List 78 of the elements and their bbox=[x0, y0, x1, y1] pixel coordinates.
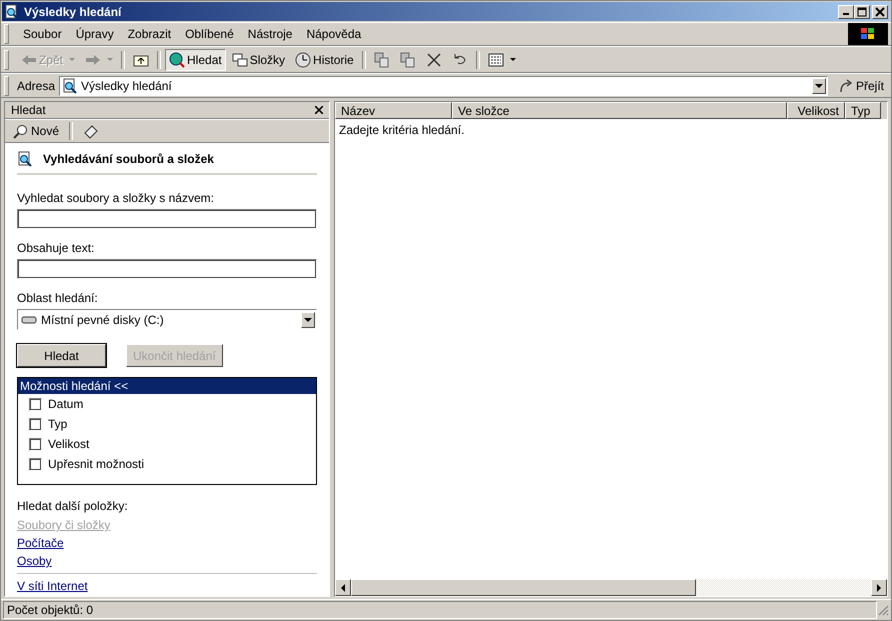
minimize-button[interactable] bbox=[838, 4, 854, 18]
section-label: Hledat další položky: bbox=[17, 499, 129, 513]
search-document-icon bbox=[62, 78, 78, 94]
folders-button[interactable]: Složky bbox=[228, 48, 290, 70]
scroll-right-button[interactable] bbox=[871, 579, 887, 596]
horizontal-scrollbar[interactable] bbox=[335, 579, 887, 596]
dropdown-button[interactable] bbox=[812, 78, 826, 94]
minimize-icon bbox=[843, 13, 849, 15]
column-header[interactable]: Název bbox=[335, 102, 452, 119]
menu-item[interactable]: Nástroje bbox=[242, 25, 298, 43]
drive-icon bbox=[21, 314, 37, 324]
text-field[interactable] bbox=[17, 259, 317, 279]
eraser-icon bbox=[83, 123, 100, 139]
options-title[interactable]: Možnosti hledání << bbox=[18, 378, 316, 394]
right-triangle-icon bbox=[877, 584, 881, 592]
go-button[interactable]: Přejít bbox=[834, 78, 888, 94]
dropdown-button[interactable] bbox=[301, 312, 315, 328]
details-view-icon bbox=[488, 52, 504, 68]
pane-heading: Vyhledávání souborů a složek bbox=[43, 152, 214, 166]
internet-search-link[interactable]: V síti Internet bbox=[17, 579, 88, 593]
checkbox-label: Typ bbox=[48, 417, 68, 431]
menu-item[interactable]: Úpravy bbox=[70, 25, 120, 43]
magnifier-icon bbox=[13, 123, 29, 139]
left-triangle-icon bbox=[341, 584, 345, 592]
menu-item[interactable]: Zobrazit bbox=[122, 25, 178, 43]
field-label: Vyhledat soubory a složky s názvem: bbox=[17, 191, 215, 205]
scope-dropdown[interactable]: Místní pevné disky (C:) bbox=[17, 309, 317, 330]
search-link[interactable]: Osoby bbox=[17, 554, 52, 568]
address-label: Adresa bbox=[17, 78, 56, 92]
column-header[interactable]: Ve složce bbox=[452, 102, 787, 119]
checkbox-label: Upřesnit možnosti bbox=[48, 457, 144, 471]
scroll-left-button[interactable] bbox=[335, 579, 351, 596]
column-header[interactable]: Typ bbox=[845, 102, 881, 119]
documents-icon bbox=[374, 52, 390, 68]
caret-icon bbox=[814, 84, 823, 88]
checkbox[interactable] bbox=[29, 418, 42, 430]
maximize-button[interactable] bbox=[854, 4, 870, 18]
new-search-button[interactable]: Nové bbox=[9, 120, 64, 142]
clock-icon bbox=[295, 52, 312, 68]
caret-icon bbox=[107, 58, 114, 61]
checkbox-label: Datum bbox=[48, 397, 84, 411]
search-link[interactable]: Počítače bbox=[17, 536, 64, 550]
scrollbar-thumb[interactable] bbox=[351, 579, 696, 596]
delete-icon bbox=[426, 52, 442, 68]
window-title: Výsledky hledání bbox=[24, 4, 123, 18]
menu-item[interactable]: Nápověda bbox=[300, 25, 368, 43]
close-icon bbox=[875, 6, 885, 16]
checkbox-label: Velikost bbox=[48, 437, 90, 451]
search-document-icon bbox=[4, 4, 20, 20]
maximize-icon bbox=[857, 6, 867, 16]
pane-title: Hledat bbox=[11, 103, 46, 117]
results-message: Zadejte kritéria hledání. bbox=[339, 123, 464, 137]
globe-magnifier-icon bbox=[169, 52, 186, 68]
close-button[interactable] bbox=[872, 4, 888, 18]
folders-icon bbox=[232, 52, 248, 68]
column-header[interactable]: Velikost bbox=[787, 102, 845, 119]
windows-logo bbox=[848, 23, 888, 45]
menu-item[interactable]: Soubor bbox=[17, 25, 68, 43]
field-label: Obsahuje text: bbox=[17, 241, 96, 255]
search-document-icon bbox=[17, 151, 33, 167]
close-pane-button[interactable] bbox=[315, 106, 323, 114]
field-label: Oblast hledání: bbox=[17, 291, 99, 305]
checkbox[interactable] bbox=[29, 438, 42, 450]
search-button[interactable]: Hledat bbox=[165, 48, 226, 70]
caret-icon bbox=[69, 58, 76, 61]
menu-item[interactable]: Oblíbené bbox=[179, 25, 240, 43]
caret-icon bbox=[304, 318, 312, 322]
checkbox[interactable] bbox=[29, 398, 42, 410]
curved-arrow-icon bbox=[838, 78, 854, 94]
documents-icon bbox=[400, 52, 416, 68]
search-submit-button[interactable]: Hledat bbox=[17, 344, 106, 367]
history-button[interactable]: Historie bbox=[291, 48, 358, 70]
caret-icon bbox=[510, 58, 516, 61]
checkbox[interactable] bbox=[29, 458, 42, 470]
address-field[interactable]: Výsledky hledání bbox=[59, 76, 828, 96]
name-field[interactable] bbox=[17, 209, 317, 229]
status-text: Počet objektů: 0 bbox=[3, 601, 877, 619]
resize-grip-icon bbox=[877, 604, 889, 616]
